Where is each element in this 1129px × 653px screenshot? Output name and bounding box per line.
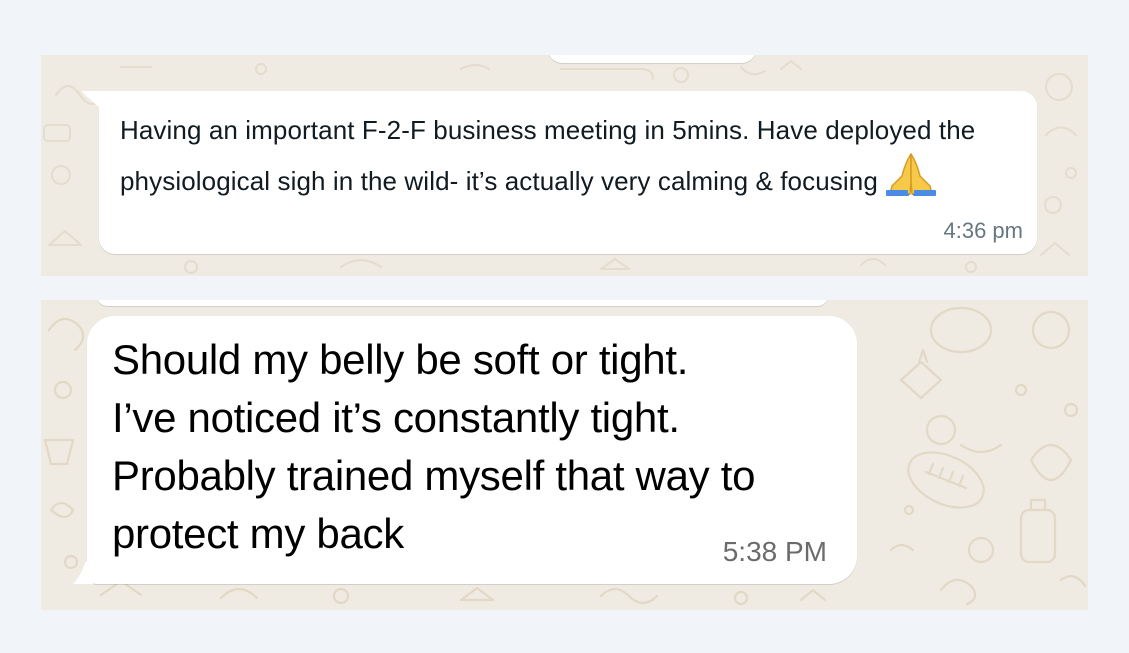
message-line: I’ve noticed it’s constantly tight. [112,394,680,441]
incoming-message-bubble[interactable]: Having an important F-2-F business meeti… [82,91,1037,254]
bubble-tail [73,562,93,584]
bubble-tail [82,91,101,109]
incoming-message-bubble[interactable]: Should my belly be soft or tight. I’ve n… [73,316,857,584]
message-text: Having an important F-2-F business meeti… [120,115,976,196]
message-line: Should my belly be soft or tight. [112,336,689,383]
message-text: Should my belly be soft or tight. I’ve n… [112,331,852,563]
chat-screenshot-bottom: Should my belly be soft or tight. I’ve n… [41,300,1088,610]
message-line: Probably trained myself that way to [112,452,756,499]
folded-hands-emoji [885,153,936,196]
chat-screenshot-top: Having an important F-2-F business meeti… [41,55,1088,276]
previous-message-bubble-edge [96,300,829,306]
message-timestamp: 4:36 pm [943,218,1024,243]
previous-message-bubble-edge [548,55,756,63]
message-timestamp: 5:38 PM [722,536,827,567]
